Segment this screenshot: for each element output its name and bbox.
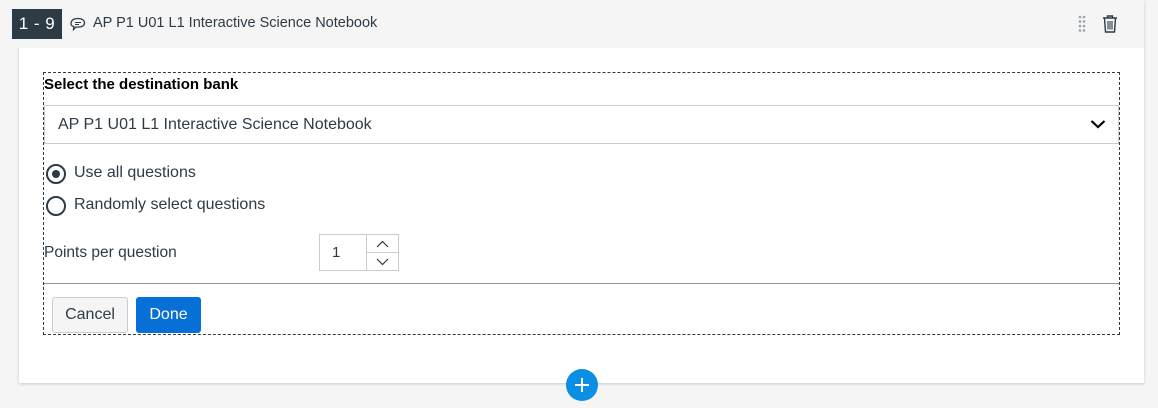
radio-randomly-select-questions[interactable]: Randomly select questions xyxy=(46,196,276,218)
radio-button-checked[interactable] xyxy=(46,164,66,184)
chevron-down-icon xyxy=(376,258,389,266)
destination-bank-label: Select the destination bank xyxy=(44,76,239,93)
radio-label: Randomly select questions xyxy=(74,196,266,213)
chevron-up-icon xyxy=(376,240,389,248)
points-per-question-label: Points per question xyxy=(44,244,177,261)
points-per-question-stepper[interactable]: 1 xyxy=(319,234,399,271)
drag-handle-icon[interactable] xyxy=(1077,15,1087,33)
trash-icon[interactable] xyxy=(1101,14,1119,34)
points-value[interactable]: 1 xyxy=(332,244,340,261)
chevron-down-icon xyxy=(1090,120,1106,129)
destination-bank-form: Select the destination bank AP P1 U01 L1… xyxy=(43,72,1120,335)
bank-icon xyxy=(70,17,86,32)
bank-title: AP P1 U01 L1 Interactive Science Noteboo… xyxy=(93,15,378,31)
decrement-button[interactable] xyxy=(367,253,398,270)
radio-button[interactable] xyxy=(46,196,66,216)
plus-icon xyxy=(575,378,589,392)
form-divider xyxy=(44,283,1119,284)
question-range-badge: 1 - 9 xyxy=(12,9,62,39)
radio-label: Use all questions xyxy=(74,164,196,181)
radio-use-all-questions[interactable]: Use all questions xyxy=(46,164,206,186)
group-header: 1 - 9 AP P1 U01 L1 Interactive Science N… xyxy=(0,0,1144,48)
add-item-button[interactable] xyxy=(566,369,598,401)
stepper-buttons xyxy=(366,235,398,270)
increment-button[interactable] xyxy=(367,235,398,253)
selected-bank-value: AP P1 U01 L1 Interactive Science Noteboo… xyxy=(58,116,372,133)
destination-bank-select[interactable]: AP P1 U01 L1 Interactive Science Noteboo… xyxy=(44,105,1119,144)
done-button[interactable]: Done xyxy=(136,297,201,333)
cancel-button[interactable]: Cancel xyxy=(52,297,128,333)
